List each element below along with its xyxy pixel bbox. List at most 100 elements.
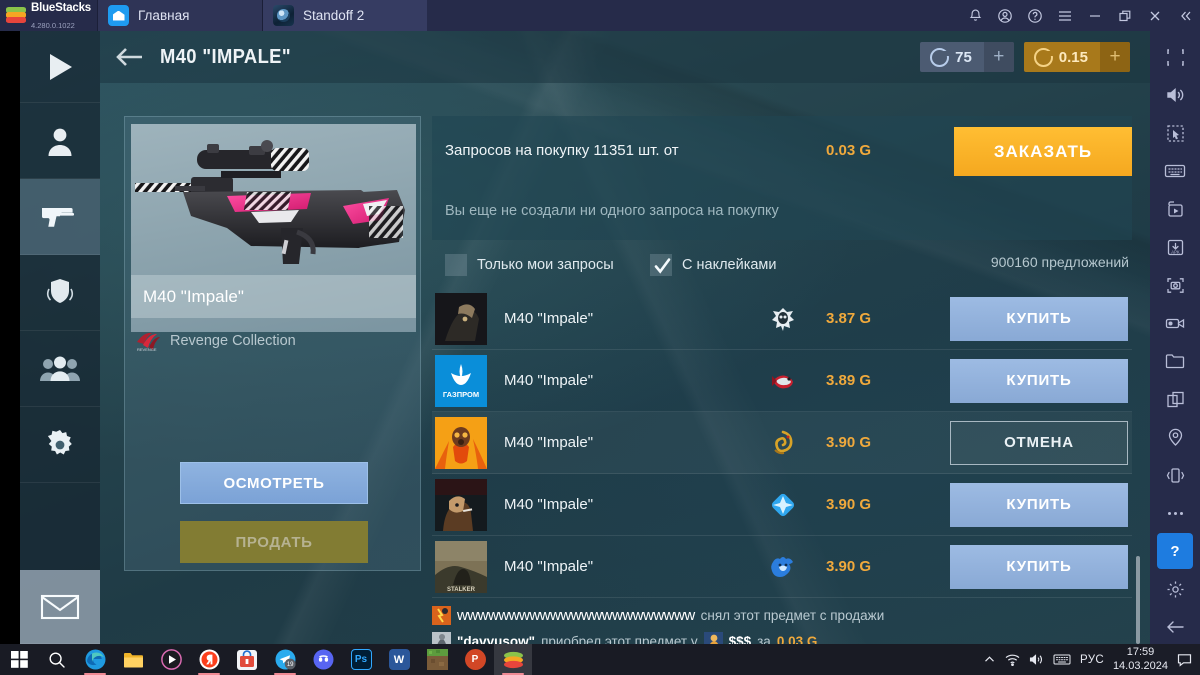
listings-scrollbar[interactable] — [1132, 288, 1140, 644]
place-order-button[interactable]: ЗАКАЗАТЬ — [954, 127, 1132, 176]
cancel-button[interactable]: ОТМЕНА — [950, 420, 1128, 465]
help-icon[interactable]: ? — [1157, 533, 1193, 569]
feed-item: wwwwwwwwwwwwwwwwwwwwwww снял этот предме… — [432, 602, 1132, 628]
volume-icon[interactable] — [1157, 77, 1193, 113]
buy-button[interactable]: КУПИТЬ — [950, 482, 1128, 527]
market-panel: Запросов на покупку 11351 шт. от 0.03 G … — [432, 116, 1140, 644]
sell-button[interactable]: ПРОДАТЬ — [180, 521, 368, 563]
page-title: M40 "IMPALE" — [160, 45, 291, 68]
keyboard-controls-icon[interactable] — [1157, 153, 1193, 189]
multi-instance-icon[interactable] — [1157, 381, 1193, 417]
sidebar-item-inventory[interactable] — [20, 179, 100, 255]
checkbox-with-stickers[interactable] — [650, 254, 672, 276]
envelope-icon — [40, 594, 80, 619]
word[interactable]: W — [380, 644, 418, 675]
sidebar-item-mail[interactable] — [20, 570, 100, 644]
back-arrow-icon[interactable] — [1157, 609, 1193, 645]
fullscreen-icon[interactable] — [1157, 39, 1193, 75]
listing-price: 3.89 G — [826, 372, 872, 389]
wifi-icon[interactable] — [1005, 653, 1020, 666]
more-icon[interactable] — [1157, 495, 1193, 531]
install-apk-icon[interactable]: APK — [1157, 229, 1193, 265]
microsoft-store[interactable] — [228, 644, 266, 675]
table-row[interactable]: M40 "Impale" 3.87 G КУПИТЬ — [432, 288, 1132, 350]
volume-icon[interactable] — [1029, 653, 1044, 666]
file-explorer[interactable] — [114, 644, 152, 675]
record-icon[interactable] — [1157, 305, 1193, 341]
feed-text: снял этот предмет с продажи — [700, 607, 885, 623]
currency-bar: 75 + 0.15 + — [920, 42, 1150, 72]
back-arrow-icon[interactable] — [100, 46, 160, 68]
bluestacks-app-name: BlueStacks — [31, 1, 92, 14]
tab-home[interactable]: Главная — [97, 0, 262, 31]
check-icon — [653, 257, 670, 274]
sidebar-item-ranks[interactable] — [20, 255, 100, 331]
filter-my-orders[interactable]: Только мои запросы — [445, 254, 614, 276]
bluestacks[interactable] — [494, 644, 532, 675]
person-icon — [48, 128, 72, 156]
edge[interactable] — [76, 644, 114, 675]
sidebar-item-friends[interactable] — [20, 331, 100, 407]
feed-item: "davyusow" приобрел этот предмет у $$$ з… — [432, 628, 1132, 644]
buy-button[interactable]: КУПИТЬ — [950, 358, 1128, 403]
table-row[interactable]: M40 "Impale" 3.90 G КУПИТЬ — [432, 474, 1132, 536]
listing-name: M40 "Impale" — [504, 310, 594, 327]
telegram[interactable]: 19 — [266, 644, 304, 675]
screenshot-icon[interactable] — [1157, 267, 1193, 303]
search-button[interactable] — [38, 644, 76, 675]
checkbox-my-orders[interactable] — [445, 254, 467, 276]
tab-standoff2[interactable]: Standoff 2 — [262, 0, 427, 31]
search-icon — [47, 649, 68, 670]
account-icon[interactable] — [990, 0, 1020, 31]
photoshop[interactable]: Ps — [342, 644, 380, 675]
blue-dragon-sticker — [770, 554, 796, 580]
clock[interactable]: 17:59 14.03.2024 — [1113, 646, 1168, 673]
macro-icon[interactable] — [1157, 191, 1193, 227]
select-region-icon[interactable] — [1157, 115, 1193, 151]
buy-button[interactable]: КУПИТЬ — [950, 296, 1128, 341]
yandex-browser[interactable] — [190, 644, 228, 675]
minimize-icon[interactable] — [1080, 0, 1110, 31]
restore-icon[interactable] — [1110, 0, 1140, 31]
sidebar-item-settings[interactable] — [20, 407, 100, 483]
minecraft[interactable] — [418, 644, 456, 675]
media-player[interactable] — [152, 644, 190, 675]
table-row[interactable]: ГАЗПРОМ M40 "Impale" 3.89 G КУПИТЬ — [432, 350, 1132, 412]
discord[interactable] — [304, 644, 342, 675]
language-indicator[interactable]: РУС — [1080, 654, 1104, 666]
feed-avatar-2 — [432, 631, 451, 644]
shake-icon[interactable] — [1157, 457, 1193, 493]
menu-icon[interactable] — [1050, 0, 1080, 31]
notification-icon[interactable] — [1177, 653, 1192, 667]
svg-text:19: 19 — [286, 662, 293, 668]
filter-with-stickers[interactable]: С наклейками — [650, 254, 777, 276]
add-gold-button[interactable]: + — [1100, 42, 1130, 72]
sidebar-item-play[interactable] — [20, 31, 100, 103]
table-row[interactable]: M40 "Impale" 3.90 G ОТМЕНА — [432, 412, 1132, 474]
game-header: M40 "IMPALE" 75 + 0.15 + — [100, 31, 1150, 83]
collapse-icon[interactable] — [1170, 0, 1200, 31]
location-icon[interactable] — [1157, 419, 1193, 455]
listing-price: 3.90 G — [826, 496, 872, 513]
table-row[interactable]: STALKER M40 "Impale" 3.90 G КУПИТЬ — [432, 536, 1132, 598]
sidebar-item-profile[interactable] — [20, 103, 100, 179]
gazprom-avatar: ГАЗПРОМ — [435, 354, 487, 407]
powerpoint[interactable]: P — [456, 644, 494, 675]
keyboard-icon[interactable] — [1053, 653, 1071, 666]
listing-name: M40 "Impale" — [504, 558, 594, 575]
chevron-up-icon[interactable] — [983, 653, 996, 666]
add-coins-button[interactable]: + — [983, 42, 1014, 72]
scrollbar-thumb[interactable] — [1136, 556, 1140, 644]
listings-list[interactable]: M40 "Impale" 3.87 G КУПИТЬ ГАЗПРОМ M40 "… — [432, 288, 1132, 598]
help-icon[interactable] — [1020, 0, 1050, 31]
buy-button[interactable]: КУПИТЬ — [950, 544, 1128, 589]
inspect-button[interactable]: ОСМОТРЕТЬ — [180, 462, 368, 504]
close-icon[interactable] — [1140, 0, 1170, 31]
media-folder-icon[interactable] — [1157, 343, 1193, 379]
anime-smoke-avatar — [435, 478, 487, 531]
bell-icon[interactable] — [960, 0, 990, 31]
start-button[interactable] — [0, 644, 38, 675]
gold-value: 0.15 — [1058, 48, 1088, 66]
filter-my-orders-label: Только мои запросы — [477, 257, 614, 273]
settings-icon[interactable] — [1157, 571, 1193, 607]
